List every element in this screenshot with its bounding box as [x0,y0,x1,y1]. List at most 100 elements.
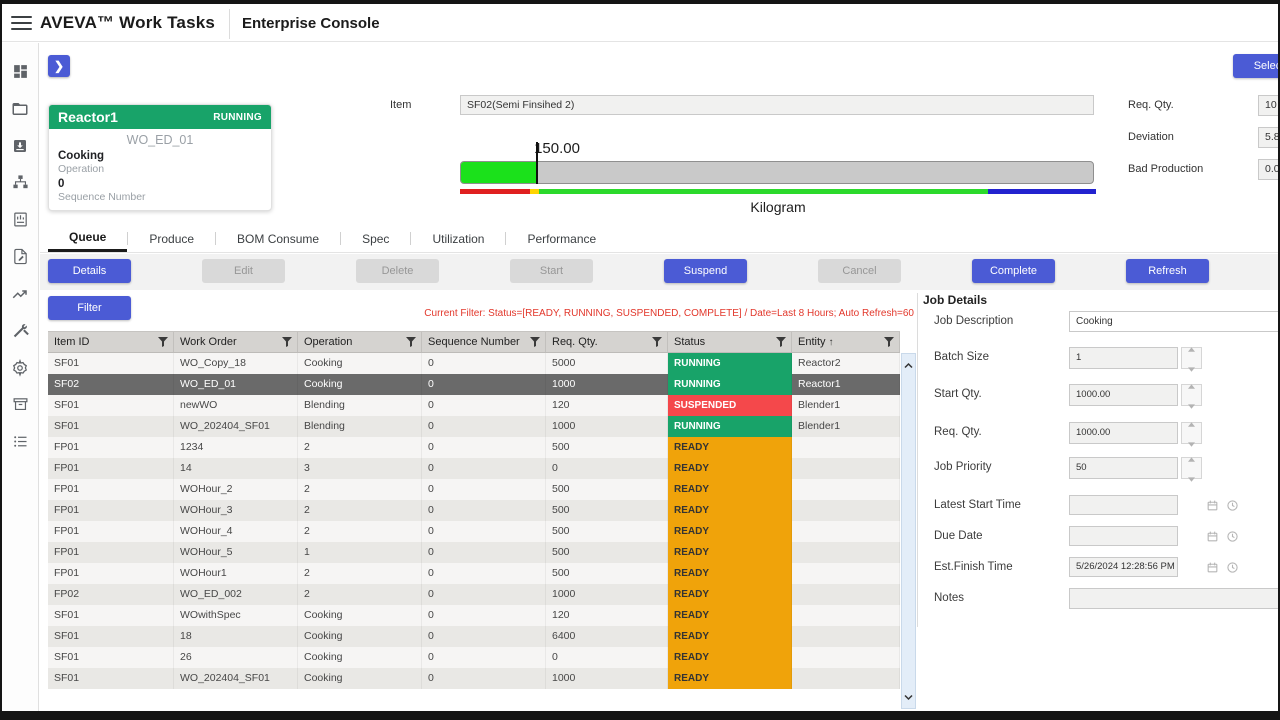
refresh-button[interactable]: Refresh [1126,259,1209,283]
filter-funnel-icon[interactable] [158,337,168,347]
details-button[interactable]: Details [48,259,131,283]
req-qty-stepper[interactable] [1181,422,1202,444]
filter-funnel-icon[interactable] [652,337,662,347]
sidebar-item-settings[interactable] [2,349,38,386]
table-cell: 0 [422,479,546,500]
calendar-icon[interactable] [1204,527,1221,545]
table-row[interactable]: FP01WOHour_510500READY [48,542,900,563]
filter-funnel-icon[interactable] [406,337,416,347]
expand-panel-button[interactable]: ❯ [48,55,70,77]
scroll-up-icon[interactable] [904,356,913,374]
clock-icon[interactable] [1224,527,1241,545]
tab-performance[interactable]: Performance [506,225,617,252]
table-row[interactable]: SF0118Cooking06400READY [48,626,900,647]
tab-spec[interactable]: Spec [341,225,410,252]
item-input[interactable]: SF02(Semi Finsihed 2) [460,95,1094,115]
spinner-up-icon[interactable] [1188,376,1195,394]
table-row[interactable]: SF01WO_Copy_18Cooking05000RUNNINGReactor… [48,353,900,374]
job-priority-stepper[interactable] [1181,457,1202,479]
table-row[interactable]: SF01WO_202404_SF01Blending01000RUNNINGBl… [48,416,900,437]
table-row[interactable]: SF01WO_202404_SF01Cooking01000READY [48,668,900,689]
sidebar-item-trend[interactable] [2,275,38,312]
metric-value-deviation[interactable]: 5.8 [1258,127,1278,148]
latest-start-time-field[interactable] [1069,495,1178,515]
batch-size-stepper[interactable] [1181,347,1202,369]
batch-size-field[interactable]: 1 [1069,347,1178,369]
clock-icon[interactable] [1224,496,1241,514]
equipment-card[interactable]: Reactor1 RUNNING WO_ED_01 Cooking Operat… [48,104,272,211]
calendar-icon[interactable] [1204,496,1221,514]
table-row[interactable]: FP02WO_ED_002201000READY [48,584,900,605]
start-qty-field[interactable]: 1000.00 [1069,384,1178,406]
sidebar-item-tools[interactable] [2,312,38,349]
table-scrollbar[interactable] [901,353,916,709]
clock-icon[interactable] [1224,558,1241,576]
table-row[interactable]: SF02WO_ED_01Cooking01000RUNNINGReactor1 [48,374,900,395]
table-row[interactable]: FP01WOHour_320500READY [48,500,900,521]
column-header-item-id[interactable]: Item ID [48,332,174,352]
sidebar-item-inbox[interactable] [2,127,38,164]
tab-produce[interactable]: Produce [128,225,215,252]
notes-field[interactable] [1069,588,1278,609]
due-date-field[interactable] [1069,526,1178,546]
spinner-down-icon[interactable] [1188,396,1195,414]
scroll-down-icon[interactable] [904,688,913,706]
sidebar-item-report[interactable] [2,201,38,238]
est-finish-time-field[interactable]: 5/26/2024 12:28:56 PM [1069,557,1178,577]
column-header-entity[interactable]: Entity↑ [792,332,900,352]
sidebar-item-folder[interactable] [2,90,38,127]
job-priority-field[interactable]: 50 [1069,457,1178,479]
hamburger-menu-icon[interactable] [11,16,32,31]
table-row[interactable]: FP01WOHour_420500READY [48,521,900,542]
gauge-unit-label: Kilogram [460,199,1096,215]
suspend-button[interactable]: Suspend [664,259,747,283]
table-cell: 0 [422,395,546,416]
column-header-work-order[interactable]: Work Order [174,332,298,352]
table-row[interactable]: SF01newWOBlending0120SUSPENDEDBlender1 [48,395,900,416]
table-cell: SF01 [48,647,174,668]
column-header-status[interactable]: Status [668,332,792,352]
spinner-down-icon[interactable] [1188,469,1195,487]
table-row[interactable]: FP01WOHour120500READY [48,563,900,584]
table-row[interactable]: FP01123420500READY [48,437,900,458]
table-cell: WOwithSpec [174,605,298,626]
spinner-up-icon[interactable] [1188,339,1195,357]
filter-funnel-icon[interactable] [884,337,894,347]
filter-funnel-icon[interactable] [776,337,786,347]
tab-utilization[interactable]: Utilization [411,225,505,252]
table-cell [792,584,900,605]
table-row[interactable]: FP0114300READY [48,458,900,479]
metric-value-req-qty[interactable]: 10 [1258,95,1278,116]
job-description-field[interactable]: Cooking [1069,311,1278,332]
table-cell: Reactor2 [792,353,900,374]
tab-bom-consume[interactable]: BOM Consume [216,225,340,252]
filter-button[interactable]: Filter [48,296,131,320]
spinner-up-icon[interactable] [1188,414,1195,432]
calendar-icon[interactable] [1204,558,1221,576]
filter-funnel-icon[interactable] [530,337,540,347]
metric-value-bad-production[interactable]: 0.0 [1258,159,1278,180]
sidebar-item-list[interactable] [2,423,38,460]
req-qty-field[interactable]: 1000.00 [1069,422,1178,444]
table-cell: 500 [546,542,668,563]
table-cell: WOHour_4 [174,521,298,542]
table-row[interactable]: SF01WOwithSpecCooking0120READY [48,605,900,626]
spinner-down-icon[interactable] [1188,359,1195,377]
complete-button[interactable]: Complete [972,259,1055,283]
column-header-req-qty[interactable]: Req. Qty. [546,332,668,352]
spinner-up-icon[interactable] [1188,449,1195,467]
sidebar-item-document-edit[interactable] [2,238,38,275]
filter-funnel-icon[interactable] [282,337,292,347]
select-button[interactable]: Select [1233,54,1278,78]
table-row[interactable]: SF0126Cooking00READY [48,647,900,668]
delete-button: Delete [356,259,439,283]
sidebar-item-hierarchy[interactable] [2,164,38,201]
start-qty-stepper[interactable] [1181,384,1202,406]
sidebar-item-dashboard[interactable] [2,53,38,90]
tab-queue[interactable]: Queue [48,225,127,252]
table-row[interactable]: FP01WOHour_220500READY [48,479,900,500]
sidebar-item-archive[interactable] [2,386,38,423]
column-header-sequence-number[interactable]: Sequence Number [422,332,546,352]
gauge-range-strip [460,189,1096,194]
column-header-operation[interactable]: Operation [298,332,422,352]
